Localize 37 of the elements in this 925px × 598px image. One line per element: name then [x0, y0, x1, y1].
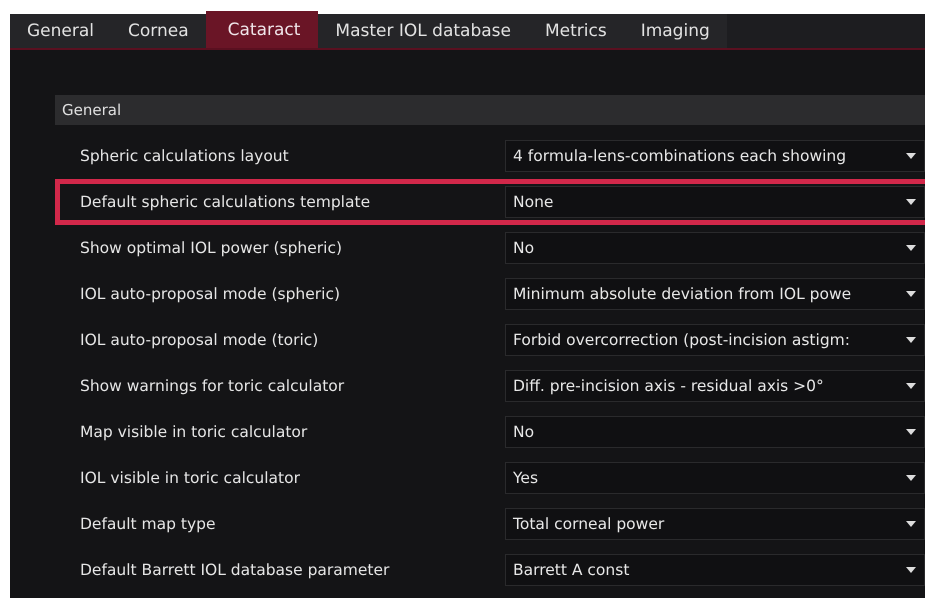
dropdown[interactable]: Forbid overcorrection (post-incision astigm:: [505, 324, 925, 356]
tab[interactable]: Metrics: [528, 14, 624, 48]
setting-label: IOL visible in toric calculator: [80, 469, 301, 487]
dropdown[interactable]: Diff. pre-incision axis - residual axis >0°: [505, 370, 925, 402]
caret-icon: [906, 153, 916, 159]
tab[interactable]: Cornea: [111, 14, 206, 48]
caret-icon: [906, 567, 916, 573]
dropdown[interactable]: No: [505, 232, 925, 264]
setting-label: IOL auto-proposal mode (spheric): [80, 285, 342, 303]
setting-label: IOL auto-proposal mode (toric): [80, 331, 320, 349]
caret-icon: [906, 245, 916, 251]
dropdown[interactable]: Minimum absolute deviation from IOL powe: [505, 278, 925, 310]
setting-label: Show warnings for toric calculator: [80, 377, 346, 395]
tab[interactable]: Cataract: [206, 11, 318, 48]
tab[interactable]: General: [10, 14, 111, 48]
caret-icon: [906, 475, 916, 481]
dropdown[interactable]: Barrett A const: [505, 554, 925, 586]
tab[interactable]: Imaging: [624, 14, 727, 48]
section-header: General: [55, 95, 925, 125]
caret-icon: [906, 521, 916, 527]
setting-label: Default map type: [80, 515, 217, 533]
caret-icon: [906, 199, 916, 205]
setting-label: Default spheric calculations template: [80, 193, 372, 211]
dropdown[interactable]: No: [505, 416, 925, 448]
caret-icon: [906, 429, 916, 435]
dropdown[interactable]: Total corneal power: [505, 508, 925, 540]
dropdown[interactable]: None: [505, 186, 925, 218]
caret-icon: [906, 291, 916, 297]
setting-label: Spheric calculations layout: [80, 147, 290, 165]
setting-label: Default Barrett IOL database parameter: [80, 561, 390, 579]
setting-label: Map visible in toric calculator: [80, 423, 308, 441]
setting-label: Show optimal IOL power (spheric): [80, 239, 344, 257]
caret-icon: [906, 383, 916, 389]
caret-icon: [906, 337, 916, 343]
dropdown[interactable]: 4 formula-lens-combinations each showing: [505, 140, 925, 172]
dropdown[interactable]: Yes: [505, 462, 925, 494]
tab[interactable]: Master IOL database: [318, 14, 528, 48]
